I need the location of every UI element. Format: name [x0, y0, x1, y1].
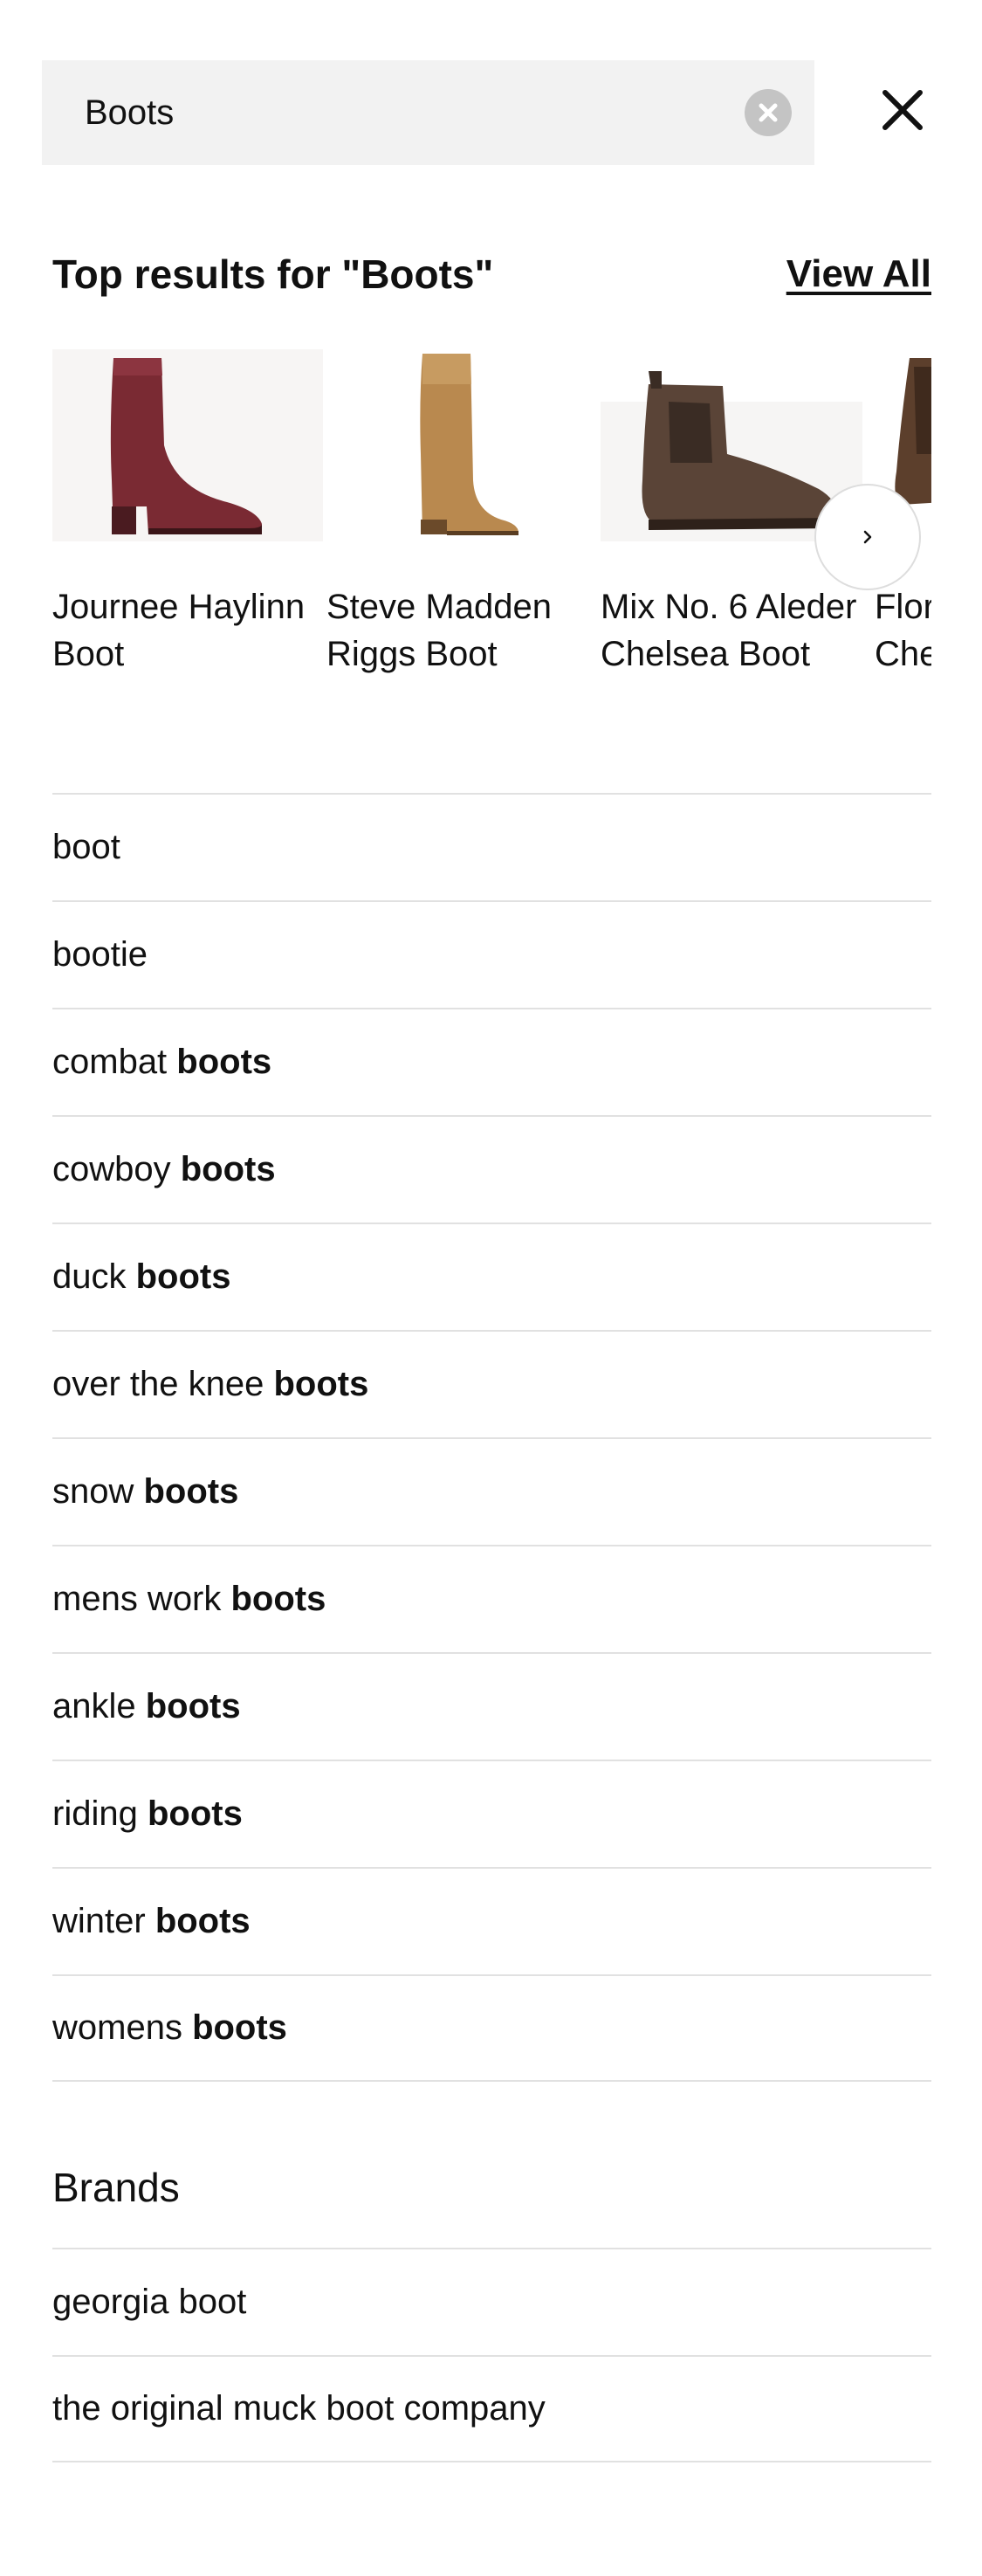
top-results-title: Top results for "Boots" [52, 251, 494, 297]
suggestion-text: cowboy [52, 1150, 181, 1188]
suggestion-text: ankle [52, 1687, 146, 1725]
suggestion-text: snow [52, 1472, 144, 1511]
suggestion-item[interactable]: snow boots [52, 1437, 931, 1545]
suggestion-item[interactable]: riding boots [52, 1760, 931, 1867]
brand-name: georgia boot [52, 2283, 247, 2321]
suggestion-text: over the knee [52, 1365, 274, 1403]
suggestion-match: boots [192, 2008, 287, 2047]
chevron-right-icon [863, 530, 872, 544]
suggestion-text: combat [52, 1043, 177, 1081]
suggestion-match: boots [230, 1580, 326, 1618]
product-image [420, 354, 518, 535]
suggestion-text: womens [52, 2008, 193, 2047]
suggestion-text: bootie [52, 935, 148, 974]
brand-list: georgia boot the original muck boot comp… [52, 2248, 931, 2462]
carousel-next-button[interactable] [814, 484, 921, 590]
top-results-header: Top results for "Boots" View All [52, 246, 931, 302]
suggestion-item[interactable]: ankle boots [52, 1652, 931, 1760]
view-all-link[interactable]: View All [786, 252, 931, 296]
brand-item[interactable]: the original muck boot company [52, 2355, 931, 2462]
suggestion-match: boots [145, 1687, 241, 1725]
clear-search-button[interactable] [745, 89, 792, 136]
suggestion-item[interactable]: over the knee boots [52, 1330, 931, 1437]
search-suggestions: boot bootie combat boots cowboy boots du… [52, 793, 931, 2082]
product-name: Florsheim Chelsea [875, 588, 931, 673]
suggestion-match: boots [155, 1902, 251, 1940]
brand-item[interactable]: georgia boot [52, 2248, 931, 2355]
suggestion-item[interactable]: womens boots [52, 1974, 931, 2082]
search-bar [42, 60, 814, 165]
product-image [52, 349, 323, 541]
suggestion-text: boot [52, 828, 120, 866]
suggestion-item[interactable]: combat boots [52, 1008, 931, 1115]
close-x-icon [882, 90, 923, 130]
suggestion-text: riding [52, 1794, 148, 1833]
suggestion-match: boots [180, 1150, 276, 1188]
search-input[interactable] [42, 60, 745, 165]
suggestion-item[interactable]: winter boots [52, 1867, 931, 1974]
suggestion-match: boots [143, 1472, 239, 1511]
product-name: Steve Madden Riggs Boot [326, 588, 552, 673]
brands-heading: Brands [52, 2165, 180, 2210]
suggestion-item[interactable]: mens work boots [52, 1545, 931, 1652]
product-name: Journee Haylinn Boot [52, 588, 306, 673]
suggestion-text: winter [52, 1902, 155, 1940]
brand-name: the original muck boot company [52, 2389, 546, 2428]
suggestion-match: boots [273, 1365, 369, 1403]
suggestion-match: boots [176, 1043, 272, 1081]
suggestion-item[interactable]: bootie [52, 900, 931, 1008]
product-card[interactable]: Steve Madden Riggs Boot [326, 349, 597, 699]
product-name: Mix No. 6 Aleder Chelsea Boot [601, 588, 857, 673]
suggestion-item[interactable]: boot [52, 793, 931, 900]
suggestion-item[interactable]: duck boots [52, 1223, 931, 1330]
suggestion-match: boots [135, 1257, 231, 1296]
suggestion-text: mens work [52, 1580, 231, 1618]
product-card[interactable]: Journee Haylinn Boot [52, 349, 323, 699]
product-carousel: Journee Haylinn Boot Steve Madden Riggs … [52, 349, 931, 699]
close-search-button[interactable] [876, 84, 929, 136]
suggestion-match: boots [147, 1794, 243, 1833]
clear-circle-icon [759, 103, 778, 122]
suggestion-item[interactable]: cowboy boots [52, 1115, 931, 1223]
suggestion-text: duck [52, 1257, 136, 1296]
